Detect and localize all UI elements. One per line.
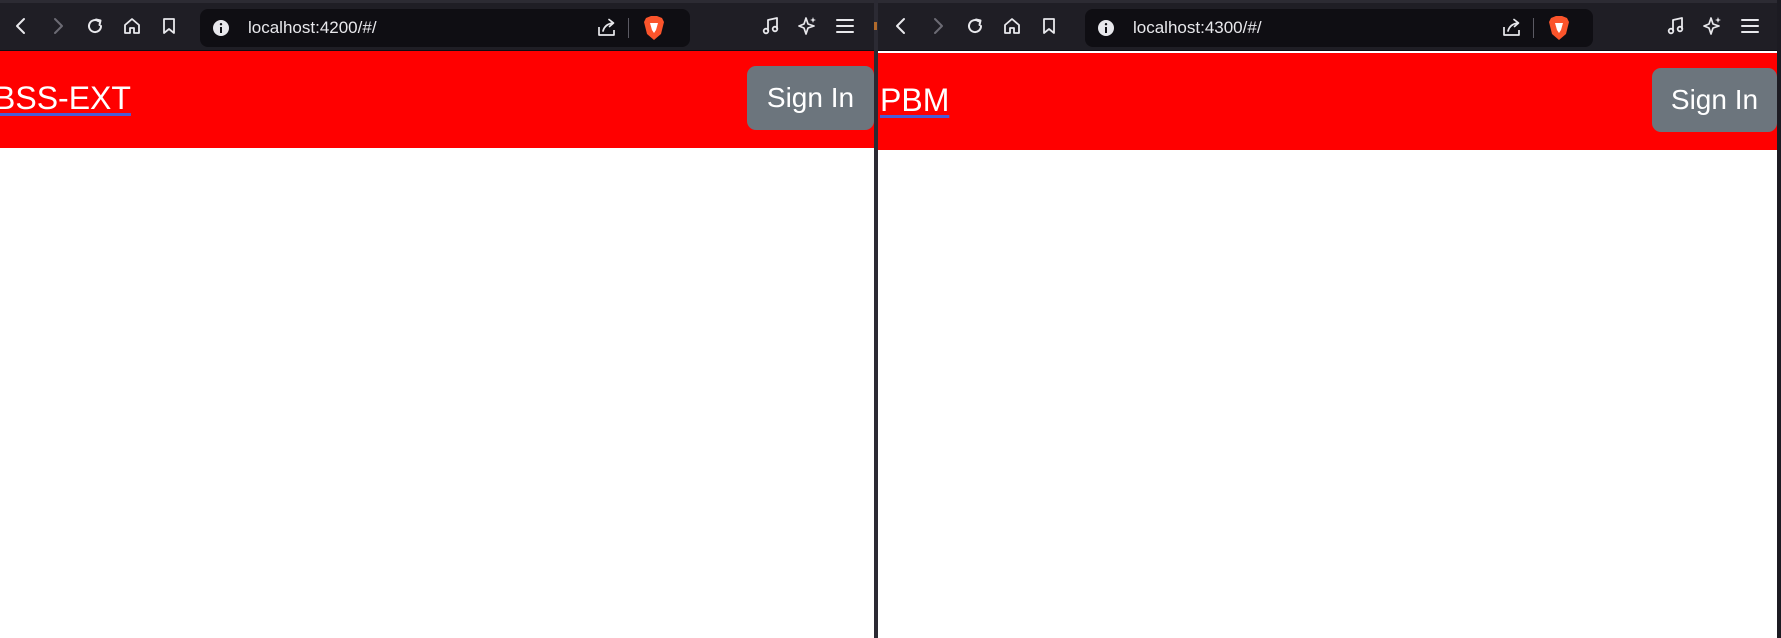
brand-link[interactable]: PBM [880,82,949,119]
sign-in-button[interactable]: Sign In [747,66,874,130]
share-icon[interactable] [596,18,618,38]
window-edge-hint [874,22,877,30]
media-icon[interactable] [1663,13,1689,39]
forward-icon[interactable] [45,13,71,39]
brand-link[interactable]: BSS-EXT [0,80,131,117]
brave-shields-icon[interactable] [1547,15,1571,41]
back-icon[interactable] [8,13,34,39]
browser-toolbar: localhost:4200/#/ [0,0,874,51]
url-text[interactable]: localhost:4200/#/ [248,18,377,38]
app-header: BSS-EXT Sign In [0,51,874,148]
back-icon[interactable] [888,13,914,39]
browser-toolbar: localhost:4300/#/ [878,0,1777,51]
reload-icon[interactable] [82,13,108,39]
browser-window-right: localhost:4300/#/ PBM Sign In [878,0,1777,638]
menu-icon[interactable] [832,13,858,39]
forward-icon[interactable] [925,13,951,39]
url-text[interactable]: localhost:4300/#/ [1133,18,1262,38]
reload-icon[interactable] [962,13,988,39]
address-bar-separator [628,18,629,38]
brave-shields-icon[interactable] [642,15,666,41]
address-bar[interactable]: localhost:4300/#/ [1085,9,1593,47]
share-icon[interactable] [1501,18,1523,38]
browser-window-left: localhost:4200/#/ BSS-EXT Sign In [0,0,874,638]
home-icon[interactable] [999,13,1025,39]
address-bar[interactable]: localhost:4200/#/ [200,9,690,47]
menu-icon[interactable] [1737,13,1763,39]
media-icon[interactable] [758,13,784,39]
home-icon[interactable] [119,13,145,39]
address-bar-separator [1533,18,1534,38]
app-header: PBM Sign In [878,53,1777,150]
site-info-icon[interactable] [212,19,230,37]
bookmark-icon[interactable] [1036,13,1062,39]
right-screen-edge [1777,0,1781,638]
leo-ai-icon[interactable] [1700,13,1726,39]
sign-in-button[interactable]: Sign In [1652,68,1777,132]
bookmark-icon[interactable] [156,13,182,39]
leo-ai-icon[interactable] [795,13,821,39]
site-info-icon[interactable] [1097,19,1115,37]
desktop-screen: localhost:4200/#/ BSS-EXT Sign In localh… [0,0,1781,638]
